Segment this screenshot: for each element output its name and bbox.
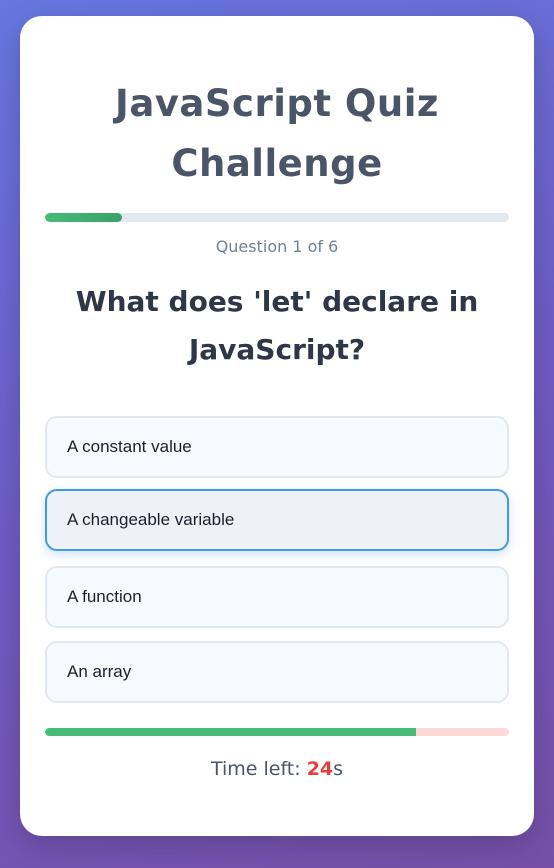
answer-option-label: A changeable variable bbox=[67, 510, 235, 529]
time-left-seconds: 24 bbox=[306, 758, 334, 780]
answer-option-2[interactable]: A changeable variable bbox=[45, 489, 509, 551]
quiz-progress-bar bbox=[45, 213, 509, 222]
timer-bar-fill bbox=[45, 728, 417, 736]
answer-option-4[interactable]: An array bbox=[45, 641, 509, 703]
answer-option-3[interactable]: A function bbox=[45, 566, 509, 628]
quiz-title-line2: Challenge bbox=[171, 142, 383, 185]
question-counter: Question 1 of 6 bbox=[215, 237, 339, 256]
quiz-title-line1: JavaScript Quiz bbox=[115, 82, 439, 125]
quiz-title: JavaScript Quiz Challenge bbox=[20, 74, 534, 194]
answer-option-1[interactable]: A constant value bbox=[45, 416, 509, 478]
time-left-label: Time left: bbox=[210, 758, 307, 780]
timer-bar bbox=[45, 728, 509, 736]
quiz-card: JavaScript Quiz Challenge Question 1 of … bbox=[20, 16, 534, 836]
answer-option-label: A function bbox=[67, 587, 142, 606]
answer-option-label: A constant value bbox=[67, 437, 192, 456]
time-left-display: Time left: 24s bbox=[20, 758, 534, 780]
quiz-progress-fill bbox=[45, 213, 123, 222]
time-left-unit: s bbox=[333, 758, 344, 780]
question-text: What does 'let' declare in JavaScript? bbox=[75, 285, 479, 366]
answer-option-label: An array bbox=[67, 662, 132, 681]
